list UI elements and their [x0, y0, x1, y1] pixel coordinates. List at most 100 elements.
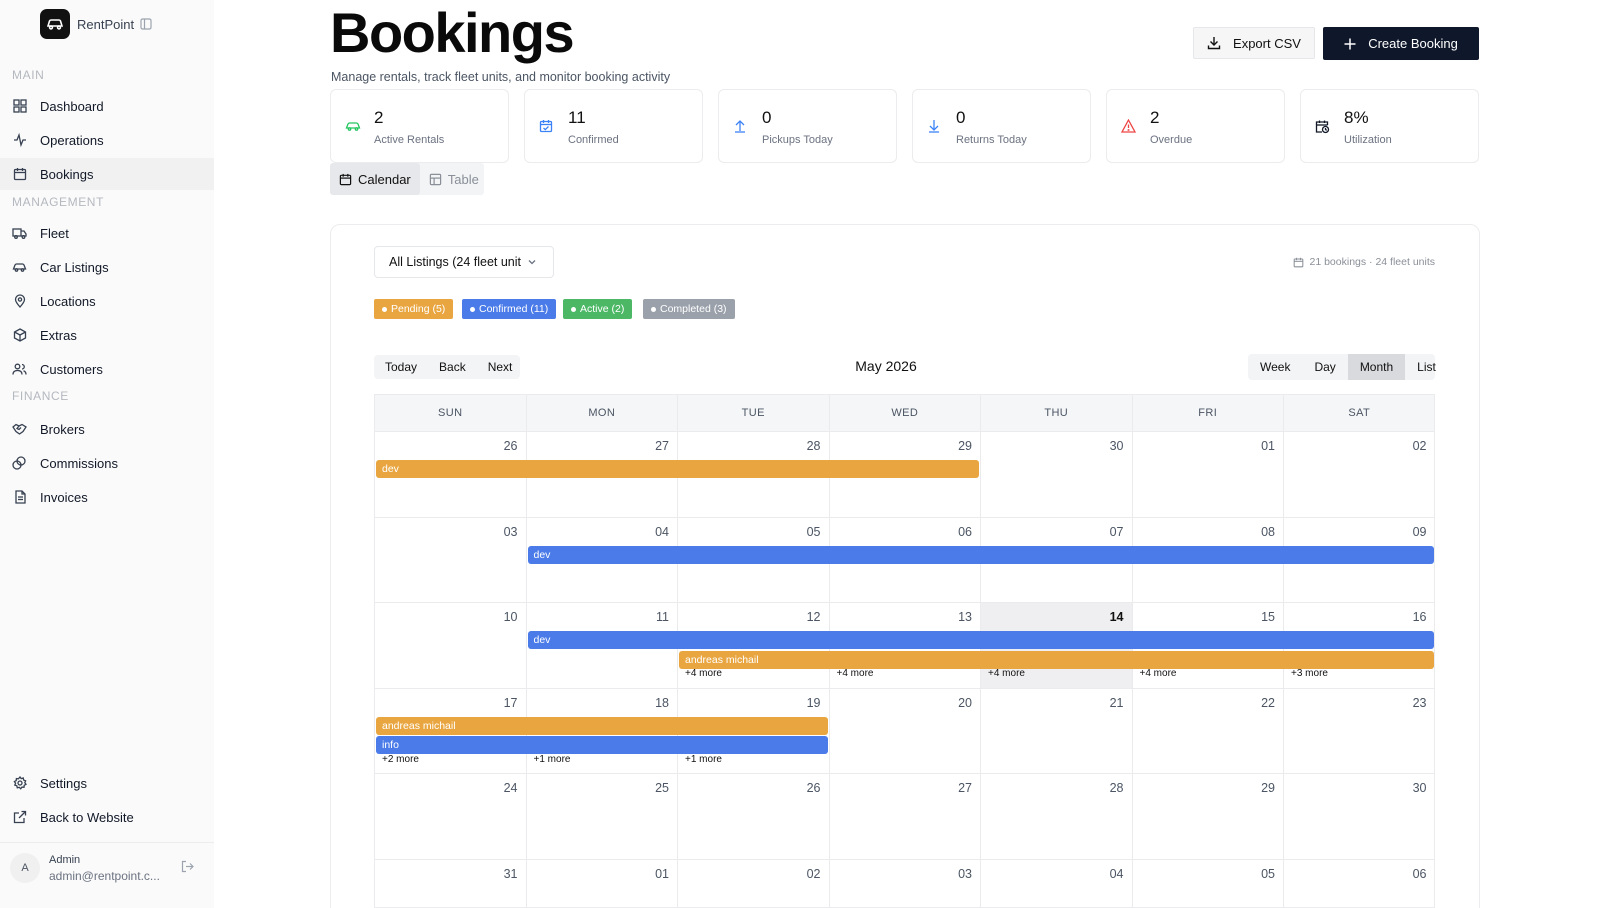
- booking-event[interactable]: dev: [527, 631, 1434, 649]
- day-number[interactable]: 02: [1413, 439, 1427, 453]
- day-cell[interactable]: 21: [981, 688, 1133, 774]
- day-cell[interactable]: 20: [830, 688, 981, 774]
- day-number[interactable]: 04: [1110, 867, 1124, 881]
- day-cell[interactable]: 05: [1133, 859, 1284, 907]
- day-number[interactable]: 29: [1261, 781, 1275, 795]
- day-number[interactable]: 14: [1110, 610, 1124, 624]
- day-number[interactable]: 22: [1261, 696, 1275, 710]
- more-events-link[interactable]: +3 more: [1291, 668, 1328, 679]
- brand[interactable]: RentPoint: [40, 9, 152, 39]
- day-number[interactable]: 12: [807, 610, 821, 624]
- day-cell[interactable]: 31: [375, 859, 527, 907]
- sidebar-item-back-to-website[interactable]: Back to Website: [0, 801, 214, 833]
- logout-icon[interactable]: [181, 860, 194, 873]
- booking-event[interactable]: andreas michail: [376, 716, 828, 735]
- sidebar-item-invoices[interactable]: Invoices: [0, 481, 214, 513]
- day-number[interactable]: 06: [1413, 867, 1427, 881]
- legend-confirmed[interactable]: Confirmed (11): [462, 299, 557, 319]
- more-events-link[interactable]: +1 more: [534, 754, 571, 765]
- day-cell[interactable]: 06: [1284, 860, 1434, 908]
- day-number[interactable]: 08: [1261, 525, 1275, 539]
- export-csv-button[interactable]: Export CSV: [1193, 27, 1315, 59]
- day-number[interactable]: 04: [655, 525, 669, 539]
- day-cell[interactable]: 22: [1133, 688, 1284, 774]
- day-cell[interactable]: 02: [678, 859, 830, 907]
- sidebar-item-settings[interactable]: Settings: [0, 767, 214, 799]
- day-cell[interactable]: 23: [1284, 689, 1434, 774]
- day-cell[interactable]: 26: [678, 774, 830, 859]
- sidebar-item-commissions[interactable]: Commissions: [0, 447, 214, 479]
- tab-table[interactable]: Table: [420, 163, 488, 195]
- day-number[interactable]: 05: [807, 525, 821, 539]
- day-number[interactable]: 11: [656, 610, 669, 624]
- day-number[interactable]: 27: [958, 781, 972, 795]
- day-number[interactable]: 30: [1413, 781, 1427, 795]
- day-number[interactable]: 01: [655, 867, 669, 881]
- day-number[interactable]: 29: [958, 439, 972, 453]
- sidebar-item-dashboard[interactable]: Dashboard: [0, 90, 214, 122]
- more-events-link[interactable]: +1 more: [685, 754, 722, 765]
- booking-event[interactable]: info: [376, 736, 828, 754]
- day-number[interactable]: 16: [1413, 610, 1427, 624]
- view-list-button[interactable]: List: [1405, 354, 1448, 380]
- day-number[interactable]: 19: [807, 696, 821, 710]
- day-cell[interactable]: 27: [830, 774, 981, 859]
- day-cell[interactable]: 01: [1133, 432, 1284, 517]
- user-profile[interactable]: A Admin admin@rentpoint.c...: [10, 848, 206, 888]
- day-number[interactable]: 02: [807, 867, 821, 881]
- day-number[interactable]: 05: [1261, 867, 1275, 881]
- more-events-link[interactable]: +4 more: [1140, 668, 1177, 679]
- day-cell[interactable]: 30: [981, 432, 1133, 517]
- next-button[interactable]: Next: [477, 355, 524, 379]
- back-button[interactable]: Back: [428, 355, 477, 379]
- day-number[interactable]: 10: [504, 610, 518, 624]
- day-cell[interactable]: 03: [375, 517, 527, 603]
- day-number[interactable]: 28: [807, 439, 821, 453]
- view-month-button[interactable]: Month: [1347, 354, 1406, 380]
- day-number[interactable]: 17: [504, 696, 518, 710]
- create-booking-button[interactable]: Create Booking: [1323, 27, 1479, 60]
- day-number[interactable]: 21: [1110, 696, 1124, 710]
- day-number[interactable]: 18: [655, 696, 669, 710]
- sidebar-item-operations[interactable]: Operations: [0, 124, 214, 156]
- sidebar-item-car-listings[interactable]: Car Listings: [0, 251, 214, 283]
- day-number[interactable]: 03: [504, 525, 518, 539]
- day-number[interactable]: 28: [1110, 781, 1124, 795]
- day-number[interactable]: 15: [1261, 610, 1275, 624]
- listing-filter-select[interactable]: All Listings (24 fleet unit: [374, 246, 554, 278]
- day-cell[interactable]: 25: [527, 774, 678, 859]
- sidebar-item-locations[interactable]: Locations: [0, 285, 214, 317]
- day-number[interactable]: 26: [504, 439, 518, 453]
- sidebar-toggle-icon[interactable]: [140, 18, 152, 30]
- more-events-link[interactable]: +4 more: [837, 668, 874, 679]
- legend-completed[interactable]: Completed (3): [643, 299, 735, 319]
- sidebar-item-brokers[interactable]: Brokers: [0, 413, 214, 445]
- legend-active[interactable]: Active (2): [563, 299, 633, 319]
- day-number[interactable]: 09: [1413, 525, 1427, 539]
- day-number[interactable]: 01: [1261, 439, 1275, 453]
- day-number[interactable]: 06: [958, 525, 972, 539]
- more-events-link[interactable]: +4 more: [988, 668, 1025, 679]
- booking-event[interactable]: andreas michail: [679, 650, 1434, 669]
- day-number[interactable]: 31: [504, 867, 518, 881]
- day-number[interactable]: 13: [958, 610, 972, 624]
- day-cell[interactable]: 01: [527, 859, 678, 907]
- day-number[interactable]: 20: [958, 696, 972, 710]
- booking-event[interactable]: dev: [527, 545, 1434, 564]
- booking-event[interactable]: dev: [376, 460, 979, 478]
- day-number[interactable]: 07: [1110, 525, 1124, 539]
- view-day-button[interactable]: Day: [1302, 354, 1347, 380]
- day-cell[interactable]: 04: [981, 859, 1133, 907]
- today-button[interactable]: Today: [374, 355, 428, 379]
- day-cell[interactable]: 03: [830, 859, 981, 907]
- view-week-button[interactable]: Week: [1248, 354, 1302, 380]
- sidebar-item-fleet[interactable]: Fleet: [0, 217, 214, 249]
- sidebar-item-customers[interactable]: Customers: [0, 353, 214, 385]
- sidebar-item-extras[interactable]: Extras: [0, 319, 214, 351]
- day-number[interactable]: 30: [1110, 439, 1124, 453]
- legend-pending[interactable]: Pending (5): [374, 299, 454, 319]
- day-number[interactable]: 26: [807, 781, 821, 795]
- more-events-link[interactable]: +2 more: [382, 754, 419, 765]
- day-cell[interactable]: 30: [1284, 774, 1434, 859]
- day-cell[interactable]: 29: [1133, 774, 1284, 859]
